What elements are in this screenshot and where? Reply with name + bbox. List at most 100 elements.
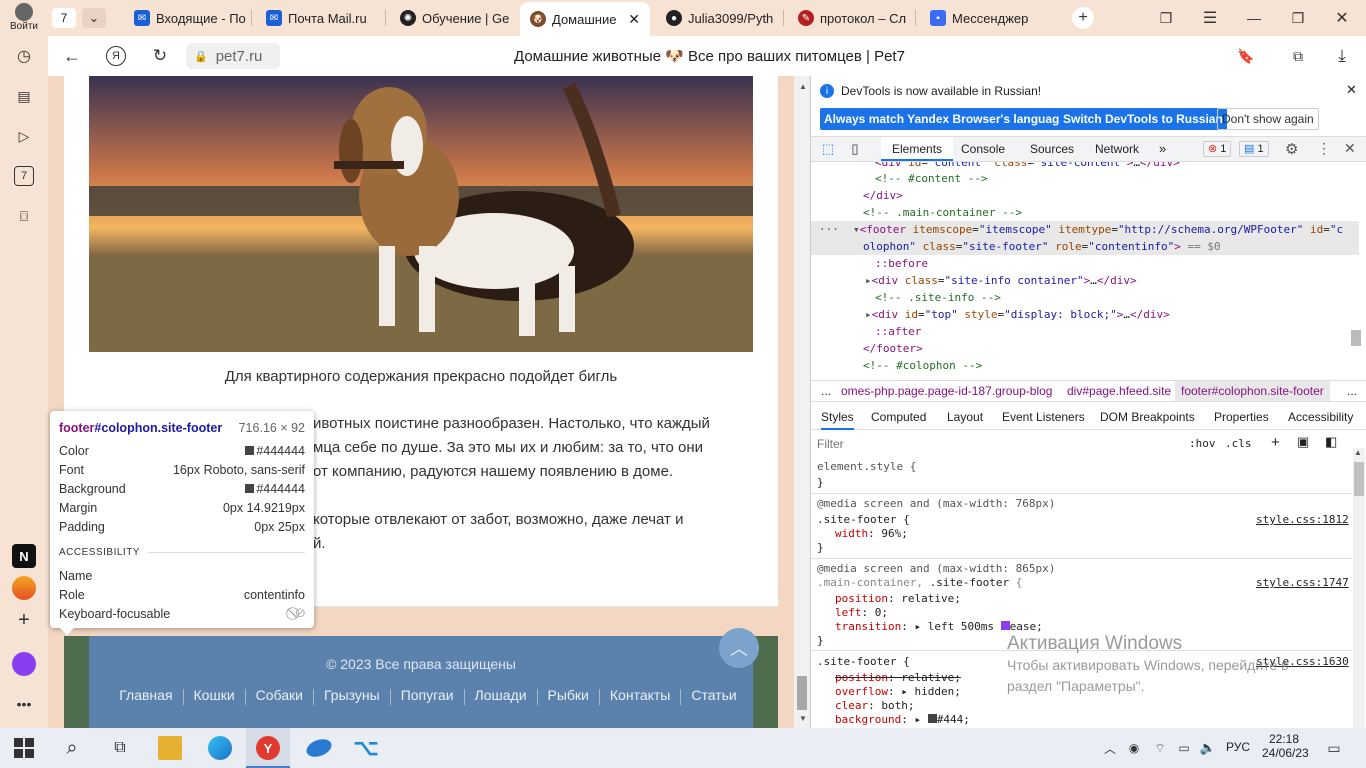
footer-link[interactable]: Контакты [610,687,670,705]
network-icon[interactable]: ⌔ [1152,740,1168,756]
close-window-icon[interactable]: ✕ [1332,8,1352,28]
calendar-icon[interactable]: 7 [14,166,34,186]
crumb-footer[interactable]: footer#colophon.site-footer [1175,381,1330,401]
notion-icon[interactable]: N [12,544,36,568]
footer-link[interactable]: Лошади [475,687,527,705]
tab-inbox[interactable]: ✉ Входящие - По [124,4,252,32]
message-counter[interactable]: ▤ 1 [1239,141,1269,157]
app-icon[interactable] [304,736,334,760]
tab-console[interactable]: Console [961,137,1005,161]
mail-app-icon[interactable] [12,576,36,600]
tab-pet7[interactable]: 🐶 Домашние ✕ [520,2,650,36]
volume-icon[interactable]: 🔈 [1200,740,1216,756]
new-rule-icon[interactable]: + [1271,434,1280,451]
match-language-button[interactable]: Always match Yandex Browser's language [820,108,1071,130]
tray-app-icon[interactable]: ◉ [1126,740,1142,756]
page-scrollbar[interactable]: ▲ ▼ [794,76,810,728]
history-icon[interactable]: ◷ [14,46,34,66]
stylesheet-link[interactable]: style.css:1812 [1256,511,1349,528]
more-tabs-icon[interactable]: » [1159,137,1166,161]
footer-link[interactable]: Попугаи [401,687,454,705]
crumb-body[interactable]: omes-php.page.page-id-187.group-blog [841,381,1052,401]
extensions-icon[interactable]: ⧉ [1288,46,1308,66]
footer-link[interactable]: Рыбки [548,687,589,705]
subtab-dom-breakpoints[interactable]: DOM Breakpoints [1100,406,1195,428]
tab-sources[interactable]: Sources [1030,137,1074,161]
clock[interactable]: 22:18 24/06/23 [1262,732,1309,760]
subtab-computed[interactable]: Computed [871,406,926,428]
crumb-more[interactable]: ... [821,381,831,401]
subtab-styles[interactable]: Styles [821,406,854,430]
edge-icon[interactable] [208,736,232,760]
inspect-icon[interactable]: ⬚ [820,141,836,157]
battery-icon[interactable]: ▭ [1176,740,1192,756]
dom-scrollbar-thumb[interactable] [1351,330,1361,346]
task-view-icon[interactable]: ⧉ [108,736,132,760]
scroll-top-icon[interactable]: ︿ [719,628,759,668]
scrollbar-thumb[interactable] [797,676,807,710]
computed-toggle-icon[interactable]: ▣ [1297,434,1309,450]
crumb-page[interactable]: div#page.hfeed.site [1067,381,1171,401]
minimize-icon[interactable]: — [1244,8,1264,28]
tab-counter[interactable]: 7 [52,8,76,28]
new-tab-icon[interactable]: + [1072,7,1094,29]
footer-link[interactable]: Собаки [256,687,303,705]
subtab-event-listeners[interactable]: Event Listeners [1002,406,1085,428]
more-icon[interactable]: ••• [14,694,34,714]
collections-icon[interactable]: ▤ [14,86,34,106]
footer-link[interactable]: Статьи [691,687,736,705]
styles-scrollbar[interactable]: ▲ [1353,448,1365,728]
stylesheet-link[interactable]: style.css:1747 [1256,574,1349,591]
tabs-dropdown-icon[interactable]: ⌄ [82,8,106,28]
close-devtools-icon[interactable]: ✕ [1344,140,1356,157]
restore-icon[interactable]: ❐ [1288,8,1308,28]
search-icon[interactable]: ⌕ [60,736,84,760]
subtab-accessibility[interactable]: Accessibility [1288,406,1353,428]
tab-dictionary[interactable]: ✎ протокол – Сл [788,4,916,32]
bookmark-icon[interactable]: 🔖 [1236,46,1256,66]
reload-icon[interactable]: ↻ [150,46,170,66]
tab-mailru[interactable]: ✉ Почта Mail.ru [256,4,386,32]
hov-toggle[interactable]: :hov [1189,437,1216,450]
error-counter[interactable]: ⊗ 1 [1203,141,1232,157]
dom-tree[interactable]: <div id="content" class="site-content">…… [811,162,1366,376]
downloads-icon[interactable]: ⤓ [1332,46,1352,66]
back-icon[interactable]: ← [62,46,82,66]
filter-input[interactable] [817,434,1177,454]
language-indicator[interactable]: РУС [1226,740,1250,754]
vscode-icon[interactable]: ⌥ [353,735,378,760]
footer-link[interactable]: Кошки [194,687,235,705]
tab-geekbrains[interactable]: ✺ Обучение | Ge [390,4,518,32]
notifications-icon[interactable]: ▭ [1324,738,1344,758]
kebab-menu-icon[interactable]: ⋮ [1317,140,1331,157]
video-icon[interactable]: ▷ [14,126,34,146]
cls-toggle[interactable]: .cls [1225,437,1252,450]
tab-messenger[interactable]: ▪ Мессенджер [920,4,1060,32]
yandex-browser-taskbar-item[interactable]: Y [246,728,290,768]
menu-icon[interactable]: ☰ [1200,8,1220,28]
sidebar-toggle-icon[interactable]: ◧ [1325,434,1337,450]
account-button[interactable]: Войти [6,2,42,34]
footer-link[interactable]: Главная [119,687,172,705]
switch-russian-button[interactable]: Switch DevTools to Russian [1059,108,1227,130]
screenshot-icon[interactable]: ⌼ [14,206,34,226]
subtab-properties[interactable]: Properties [1214,406,1269,428]
url-field[interactable]: 🔒 pet7.ru [186,43,280,69]
alice-icon[interactable] [12,652,36,676]
start-icon[interactable] [14,738,34,758]
tab-github[interactable]: ● Julia3099/Pyth [656,4,784,32]
device-toolbar-icon[interactable]: ▯ [847,141,863,157]
file-explorer-icon[interactable] [158,736,182,760]
close-tab-icon[interactable]: ✕ [628,11,640,28]
settings-icon[interactable]: ⚙ [1285,140,1298,158]
collections-icon[interactable]: ❐ [1156,8,1176,28]
footer-link[interactable]: Грызуны [324,687,380,705]
close-notice-icon[interactable]: ✕ [1346,82,1357,98]
add-panel-icon[interactable]: + [14,609,34,631]
dont-show-again-button[interactable]: Don't show again [1217,108,1319,130]
tray-chevron-icon[interactable]: ︿ [1102,740,1118,756]
tab-network[interactable]: Network [1095,137,1139,161]
tab-elements[interactable]: Elements [881,137,954,161]
subtab-layout[interactable]: Layout [947,406,983,428]
yandex-icon[interactable]: Я [106,46,126,66]
